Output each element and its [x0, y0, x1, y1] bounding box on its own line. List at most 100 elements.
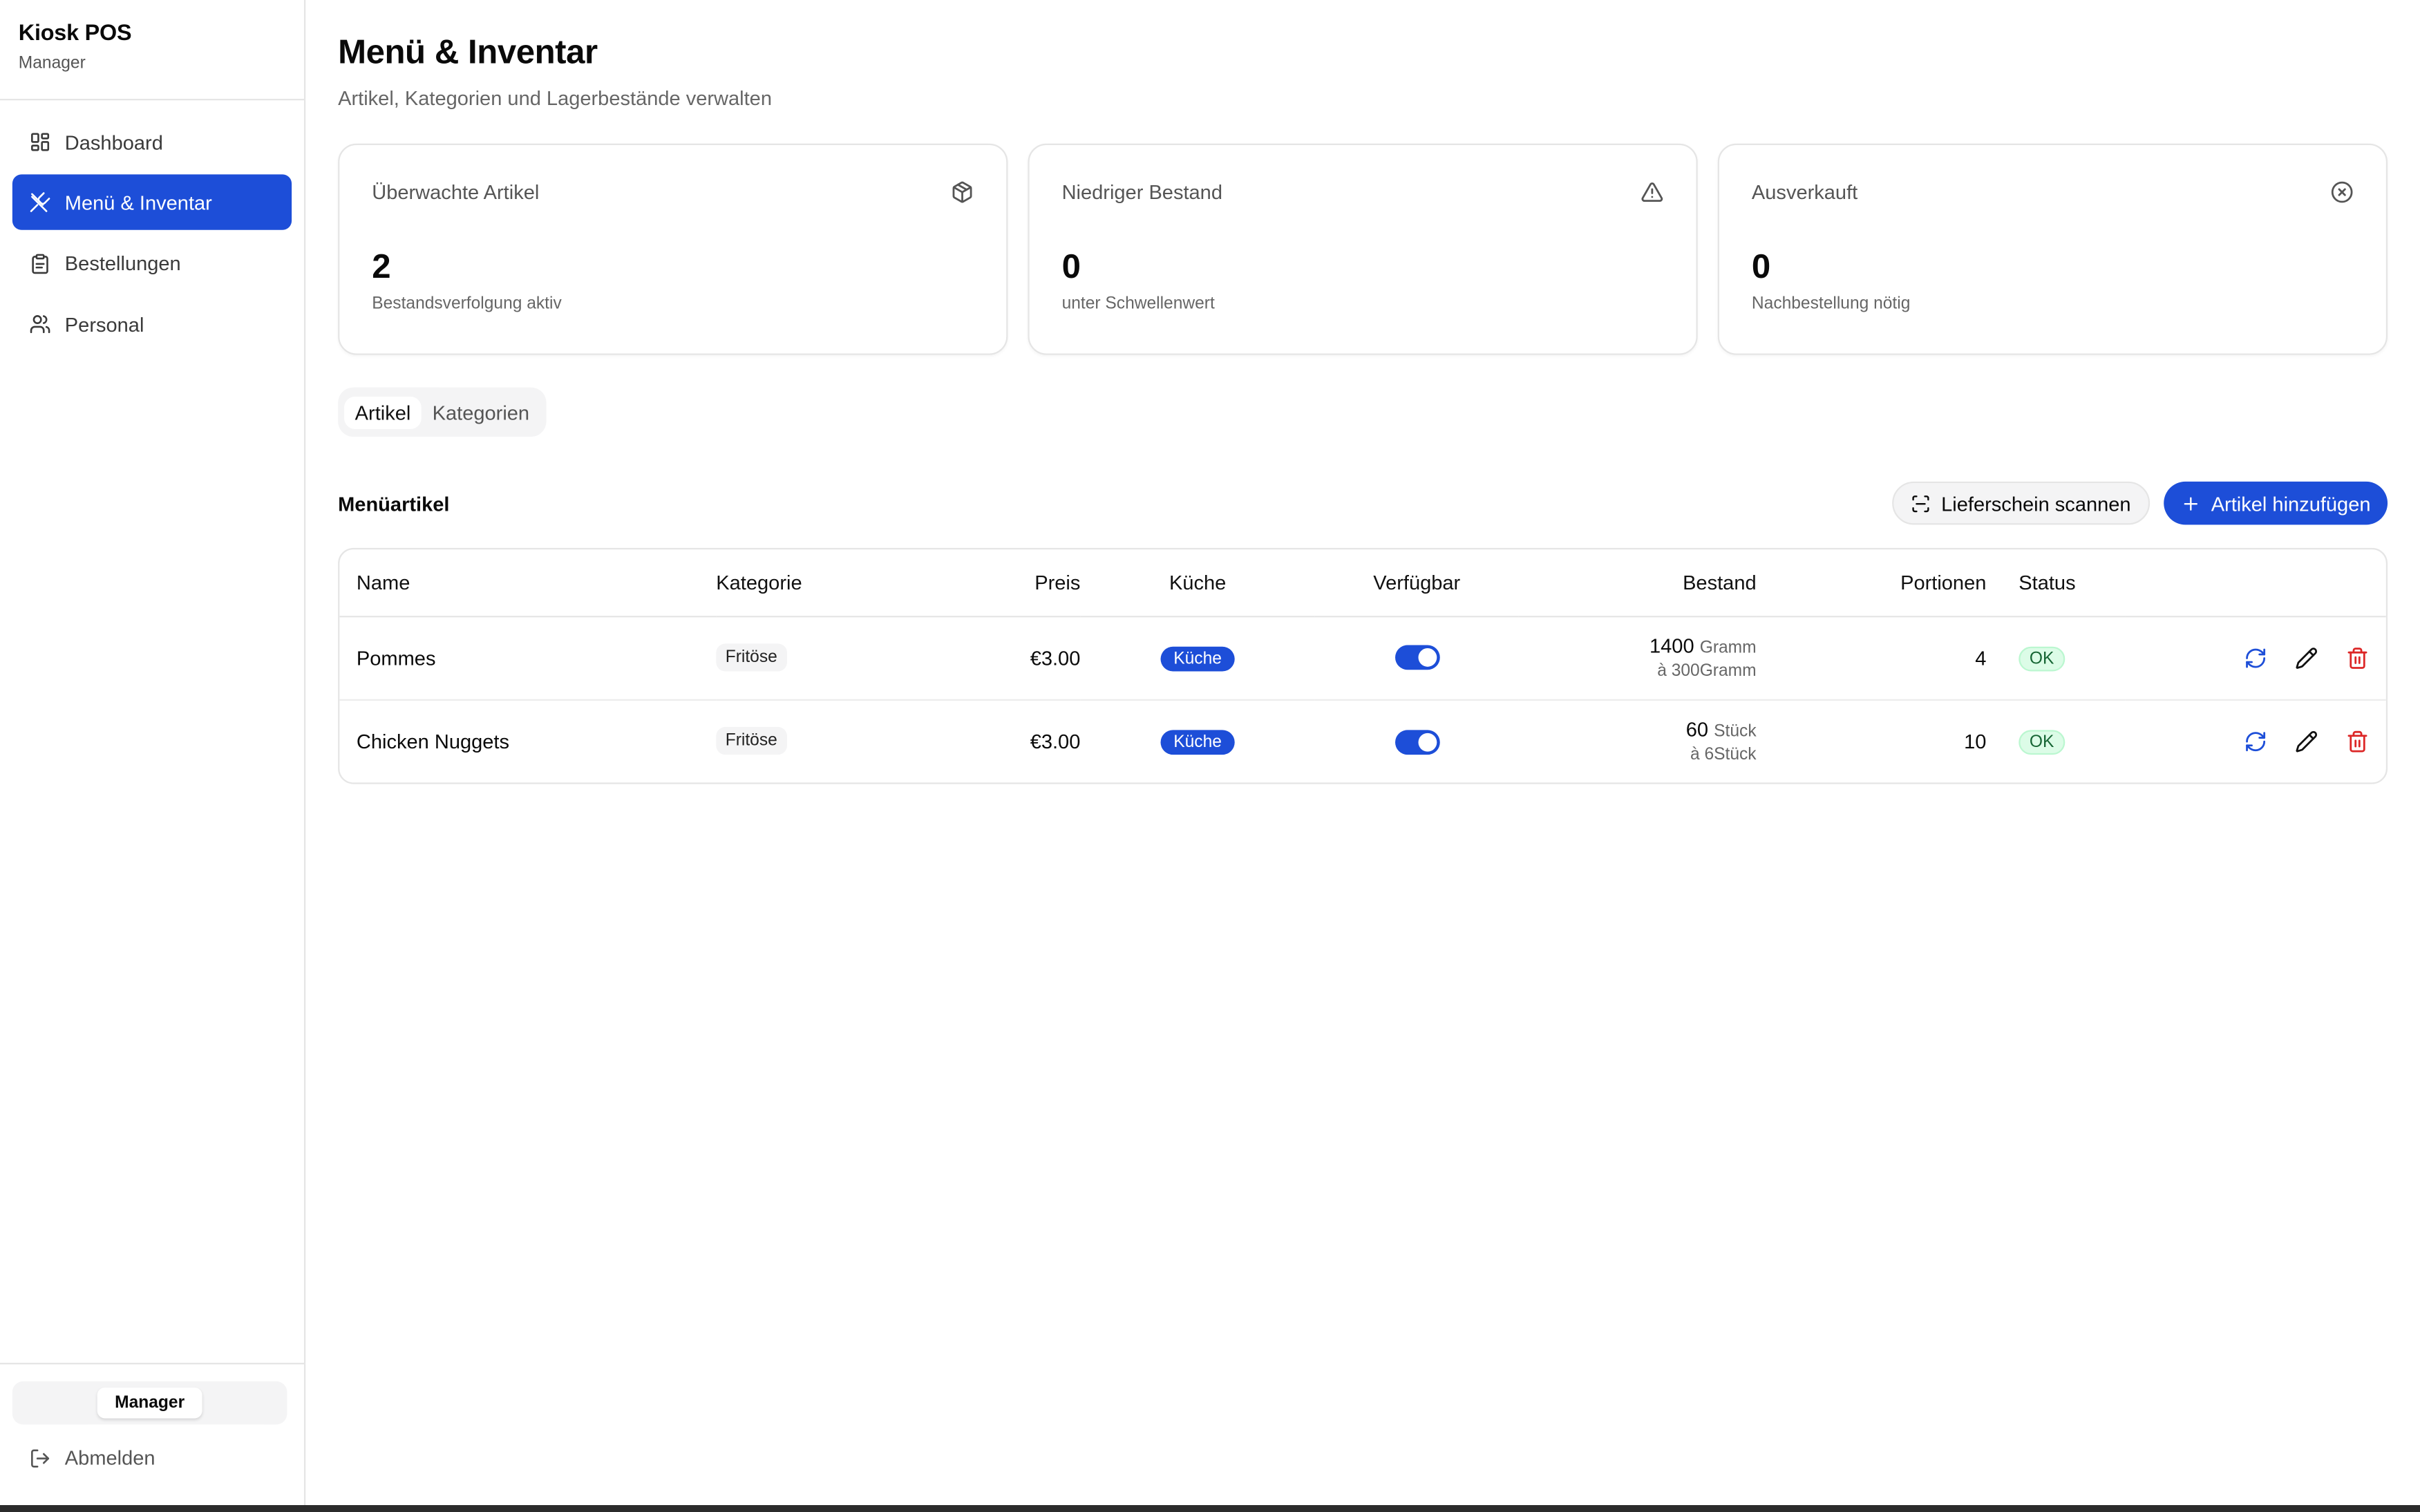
page-title: Menü & Inventar: [338, 32, 598, 71]
column-header-stock: Bestand: [1518, 549, 1757, 617]
logout-icon: [31, 1448, 50, 1467]
stock-value: 60: [1685, 717, 1709, 741]
page-subtitle: Artikel, Kategorien und Lagerbestände ve…: [338, 86, 772, 110]
stat-value: 0: [1751, 247, 1771, 286]
column-header-status: Status: [1986, 549, 2126, 617]
sidebar-item-label: Bestellungen: [64, 252, 181, 276]
category-badge: Fritöse: [716, 643, 787, 672]
scan-button-label: Lieferschein scannen: [1941, 491, 2131, 515]
main-content: Menü & Inventar Artikel, Kategorien und …: [338, 0, 2388, 784]
toggle-knob: [1417, 648, 1437, 668]
pencil-icon: [2296, 648, 2317, 669]
edit-button[interactable]: [2295, 730, 2318, 754]
table-row: Chicken Nuggets Fritöse €3.00 Küche 60 S…: [339, 699, 2385, 783]
menu-items-table: Name Kategorie Preis Küche Verfügbar Bes…: [338, 547, 2388, 784]
clipboard-icon: [32, 254, 48, 274]
column-header-available: Verfügbar: [1314, 549, 1519, 617]
restock-button[interactable]: [2244, 647, 2267, 670]
section-title: Menüartikel: [338, 491, 450, 515]
stat-card-low-stock: Niedriger Bestand 0 unter Schwellenwert: [1028, 143, 1698, 355]
sidebar-item-menu-inventar[interactable]: Menü & Inventar: [12, 175, 292, 231]
stock-unit: Stück: [1714, 721, 1757, 741]
category-badge: Fritöse: [716, 727, 787, 755]
sidebar-item-label: Menü & Inventar: [64, 191, 212, 215]
tab-list: Artikel Kategorien: [338, 387, 547, 437]
section-header: Menüartikel Lieferschein scannen Artikel…: [338, 481, 2388, 525]
table-row: Pommes Fritöse €3.00 Küche 1400 Gramm à …: [339, 616, 2386, 700]
add-button-label: Artikel hinzufügen: [2211, 491, 2371, 515]
cell-name: Pommes: [339, 616, 717, 700]
availability-toggle[interactable]: [1394, 645, 1439, 670]
app-title: Kiosk POS: [18, 21, 132, 47]
refresh-icon: [2245, 732, 2265, 752]
logout-button[interactable]: Abmelden: [12, 1446, 285, 1470]
stat-card-sold-out: Ausverkauft 0 Nachbestellung nötig: [1717, 143, 2388, 355]
stat-label: Niedriger Bestand: [1061, 180, 1222, 204]
tab-artikel[interactable]: Artikel: [344, 395, 422, 428]
cell-portions: 4: [1756, 616, 1987, 700]
delete-button[interactable]: [2346, 730, 2370, 754]
stat-note: Nachbestellung nötig: [1751, 294, 1911, 314]
availability-toggle[interactable]: [1394, 729, 1439, 755]
stat-label: Ausverkauft: [1751, 180, 1858, 204]
trash-icon: [2347, 648, 2367, 669]
sidebar-item-dashboard[interactable]: Dashboard: [12, 114, 292, 169]
app-root: Kiosk POS Manager Dashboard Menü & Inven…: [0, 0, 2420, 1512]
toggle-knob: [1417, 732, 1437, 751]
sidebar-item-label: Personal: [64, 312, 144, 337]
cell-portions: 10: [1964, 729, 1987, 753]
window-bottom-edge: [0, 1505, 2420, 1512]
logout-label: Abmelden: [64, 1446, 155, 1470]
warning-triangle-icon: [1641, 182, 1663, 202]
cell-name: Chicken Nuggets: [356, 729, 510, 753]
role-switch[interactable]: Manager: [12, 1381, 287, 1425]
delete-button[interactable]: [2346, 647, 2370, 670]
status-badge: OK: [2019, 645, 2065, 671]
sidebar-nav: Dashboard Menü & Inventar Bestellungen P…: [0, 100, 304, 371]
kitchen-badge: Küche: [1161, 645, 1234, 671]
tab-kategorien[interactable]: Kategorien: [422, 396, 540, 428]
refresh-icon: [2245, 648, 2265, 668]
role-pill-manager[interactable]: Manager: [97, 1387, 202, 1419]
sidebar-item-personal[interactable]: Personal: [12, 296, 292, 352]
stat-label: Überwachte Artikel: [372, 180, 540, 204]
stock-portion-size: à 300Gramm: [1657, 661, 1757, 680]
table-header-row: Name Kategorie Preis Küche Verfügbar Bes…: [339, 549, 2386, 617]
cell-price: €3.00: [938, 616, 1081, 700]
status-badge: OK: [2019, 729, 2065, 755]
column-header-actions: [2125, 549, 2386, 617]
stock-unit: Gramm: [1699, 638, 1757, 657]
brand: Kiosk POS Manager: [0, 0, 304, 101]
stat-note: unter Schwellenwert: [1061, 294, 1215, 314]
column-header-portions: Portionen: [1756, 549, 1987, 617]
sidebar-item-bestellungen[interactable]: Bestellungen: [12, 236, 292, 291]
plus-icon: [2183, 496, 2197, 510]
kitchen-badge: Küche: [1161, 729, 1234, 755]
x-circle-icon: [2331, 181, 2353, 203]
utensils-icon: [30, 193, 50, 213]
stats-row: Überwachte Artikel 2 Bestandsverfolgung …: [338, 143, 2388, 355]
edit-button[interactable]: [2295, 647, 2318, 670]
section-actions: Lieferschein scannen Artikel hinzufügen: [1891, 481, 2388, 525]
column-header-kitchen: Küche: [1080, 549, 1315, 617]
users-icon: [30, 315, 50, 334]
stat-value: 2: [372, 247, 391, 286]
sidebar-item-label: Dashboard: [64, 130, 163, 154]
column-header-name: Name: [339, 549, 717, 617]
restock-button[interactable]: [2244, 730, 2267, 754]
sidebar-footer: Manager Abmelden: [0, 1363, 304, 1506]
pencil-icon: [2296, 731, 2317, 753]
column-header-price: Preis: [938, 549, 1081, 617]
stat-card-tracked: Überwachte Artikel 2 Bestandsverfolgung …: [338, 143, 1008, 355]
column-header-category: Kategorie: [716, 549, 938, 617]
stat-note: Bestandsverfolgung aktiv: [372, 294, 562, 314]
scan-icon: [1911, 494, 1929, 512]
cell-price: €3.00: [1030, 729, 1081, 753]
scan-delivery-note-button[interactable]: Lieferschein scannen: [1891, 481, 2150, 525]
user-role: Manager: [18, 54, 86, 73]
stat-value: 0: [1061, 247, 1081, 286]
stock-value: 1400: [1649, 633, 1694, 657]
package-icon: [952, 181, 972, 203]
stock-portion-size: à 6Stück: [1690, 745, 1757, 764]
add-item-button[interactable]: Artikel hinzufügen: [2163, 481, 2388, 525]
